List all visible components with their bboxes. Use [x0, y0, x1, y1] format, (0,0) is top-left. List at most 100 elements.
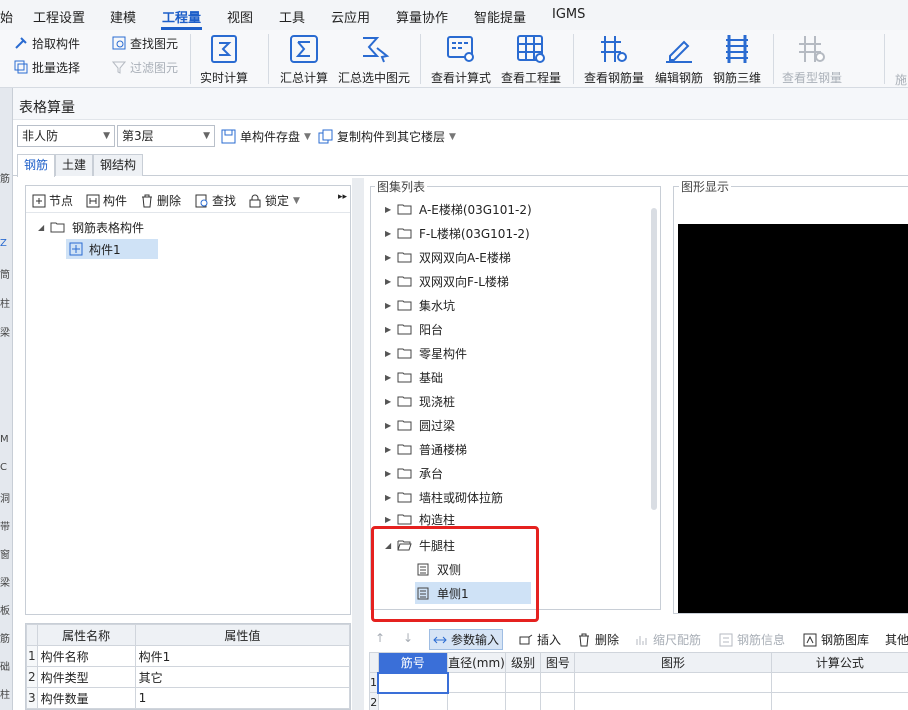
menu-item-quantity[interactable]: 工程量: [162, 7, 201, 26]
table-cell[interactable]: [377, 671, 449, 694]
strip-text: 筋: [0, 174, 10, 185]
menu-item-modeling[interactable]: 建模: [110, 7, 136, 26]
construction-button-cut[interactable]: 施: [895, 70, 907, 88]
list-item[interactable]: ▶ A-E楼梯(03G101-2): [385, 198, 532, 220]
view-quantity-button[interactable]: 查看工程量: [501, 32, 561, 86]
list-item[interactable]: ▶ 普通楼梯: [385, 438, 467, 460]
view-rebar-qty-button[interactable]: 查看钢筋量: [584, 32, 644, 86]
header-grade[interactable]: 级别: [504, 652, 542, 673]
tab-rebar[interactable]: 钢筋: [17, 154, 56, 177]
folder-icon: [397, 491, 412, 503]
table-row[interactable]: 1 构件名称 构件1: [26, 645, 350, 667]
rebar-info-button[interactable]: 钢筋信息: [719, 631, 785, 648]
header-figure-no[interactable]: 图号: [540, 652, 576, 673]
atlas-scrollbar[interactable]: [651, 208, 657, 510]
property-value[interactable]: 其它: [134, 666, 350, 688]
list-item[interactable]: ▶ 双网双向F-L楼梯: [385, 270, 509, 292]
list-item[interactable]: ▶ 现浇桩: [385, 390, 455, 412]
find-element-button[interactable]: 查找图元: [112, 34, 178, 52]
scale-rebar-button[interactable]: 缩尺配筋: [635, 631, 701, 648]
list-item[interactable]: ▶ 圆过梁: [385, 414, 455, 436]
edit-rebar-button[interactable]: 编辑钢筋: [655, 32, 703, 86]
menu-item-tools[interactable]: 工具: [279, 7, 305, 26]
param-input-button[interactable]: 参数输入: [429, 629, 504, 650]
header-rebar-no[interactable]: 筋号: [377, 652, 449, 673]
menu-item-igms[interactable]: IGMS: [552, 7, 585, 22]
table-row[interactable]: 2: [369, 692, 908, 710]
menu-item-project-settings[interactable]: 工程设置: [33, 7, 85, 26]
list-item[interactable]: ▶ 墙柱或砌体拉筋: [385, 486, 503, 508]
table-cell[interactable]: [447, 692, 506, 710]
delete-component-button[interactable]: 删除: [140, 192, 181, 209]
toolbar-overflow-icon[interactable]: ▸▸: [338, 192, 347, 202]
preview-canvas[interactable]: [678, 224, 908, 613]
floor-select[interactable]: 第3层 ▼: [117, 125, 215, 147]
table-row[interactable]: 2 构件类型 其它: [26, 666, 350, 688]
property-value[interactable]: 1: [134, 687, 350, 709]
list-item[interactable]: ▶ 承台: [385, 462, 443, 484]
list-item[interactable]: ▶ 阳台: [385, 318, 443, 340]
list-item[interactable]: ▶ 集水坑: [385, 294, 455, 316]
table-row[interactable]: 1: [369, 671, 908, 694]
table-cell[interactable]: [770, 672, 908, 693]
header-formula[interactable]: 计算公式: [770, 652, 908, 673]
property-value[interactable]: 构件1: [134, 645, 350, 667]
menu-item-cloud[interactable]: 云应用: [331, 7, 370, 26]
dialog-titlebar[interactable]: 表格算量: [13, 88, 908, 120]
rebar-library-label: 钢筋图库: [821, 633, 870, 647]
list-item[interactable]: ▶ 双网双向A-E楼梯: [385, 246, 511, 268]
table-cell[interactable]: [377, 692, 449, 710]
chevron-down-icon: ▼: [304, 131, 311, 142]
filter-element-button[interactable]: 过滤图元: [111, 58, 178, 76]
summary-selected-button[interactable]: 汇总选中图元: [338, 32, 410, 86]
list-item[interactable]: ▶ 基础: [385, 366, 443, 388]
header-property-value: 属性值: [134, 624, 350, 646]
header-diameter[interactable]: 直径(mm): [447, 652, 506, 673]
other-button[interactable]: 其他: [885, 631, 908, 648]
tab-steel-structure[interactable]: 钢结构: [93, 154, 144, 176]
table-cell[interactable]: [504, 672, 542, 693]
realtime-calc-button[interactable]: 实时计算: [200, 32, 248, 86]
insert-button[interactable]: 插入: [519, 631, 561, 648]
rebar-3d-button[interactable]: 钢筋三维: [713, 32, 761, 86]
view-steel-qty-button[interactable]: 查看型钢量: [782, 32, 842, 86]
tree-node-component1[interactable]: 构件1: [66, 239, 158, 259]
menu-item-collaboration[interactable]: 算量协作: [396, 7, 448, 26]
defense-select[interactable]: 非人防 ▼: [17, 125, 115, 147]
table-row[interactable]: 3 构件数量 1: [26, 687, 350, 709]
move-down-button[interactable]: ↓: [403, 631, 413, 645]
delete-row-button[interactable]: 删除: [577, 631, 619, 648]
table-cell[interactable]: [574, 692, 772, 710]
batch-select-button[interactable]: 批量选择: [14, 58, 80, 76]
move-up-button[interactable]: ↑: [375, 631, 385, 645]
rebar-library-button[interactable]: 钢筋图库: [803, 631, 869, 648]
table-cell[interactable]: [574, 672, 772, 693]
find-component-button[interactable]: 查找: [195, 192, 236, 209]
rebar-3d-icon: [726, 35, 748, 63]
lock-button[interactable]: 锁定 ▼: [248, 192, 300, 209]
header-shape[interactable]: 图形: [574, 652, 772, 673]
tree-node-rebar-table[interactable]: ◢ 钢筋表格构件: [38, 217, 144, 237]
table-cell[interactable]: [540, 692, 576, 710]
add-component-button[interactable]: 构件: [86, 192, 127, 209]
tab-civil[interactable]: 土建: [55, 154, 94, 176]
copy-to-floors-button[interactable]: 复制构件到其它楼层 ▼: [318, 128, 456, 145]
menu-item-smart-extract[interactable]: 智能提量: [474, 7, 526, 26]
view-formula-button[interactable]: 查看计算式: [431, 32, 491, 86]
menu-item-view[interactable]: 视图: [227, 7, 253, 26]
list-item[interactable]: ▶ 零星构件: [385, 342, 467, 364]
list-item[interactable]: ▶ F-L楼梯(03G101-2): [385, 222, 530, 244]
table-cell[interactable]: [447, 672, 506, 693]
rebar-library-icon: [803, 633, 817, 647]
pick-component-button[interactable]: 拾取构件: [14, 34, 80, 52]
menu-item-start[interactable]: 始: [0, 7, 13, 26]
add-node-button[interactable]: 节点: [32, 192, 73, 209]
table-cell[interactable]: [540, 672, 576, 693]
panel-splitter[interactable]: [352, 178, 364, 710]
table-cell[interactable]: [770, 692, 908, 710]
strip-text: 础: [0, 662, 10, 673]
param-input-icon: [433, 633, 447, 647]
table-cell[interactable]: [504, 692, 542, 710]
summary-calc-button[interactable]: 汇总计算: [280, 32, 328, 86]
save-component-button[interactable]: 单构件存盘 ▼: [221, 128, 311, 145]
